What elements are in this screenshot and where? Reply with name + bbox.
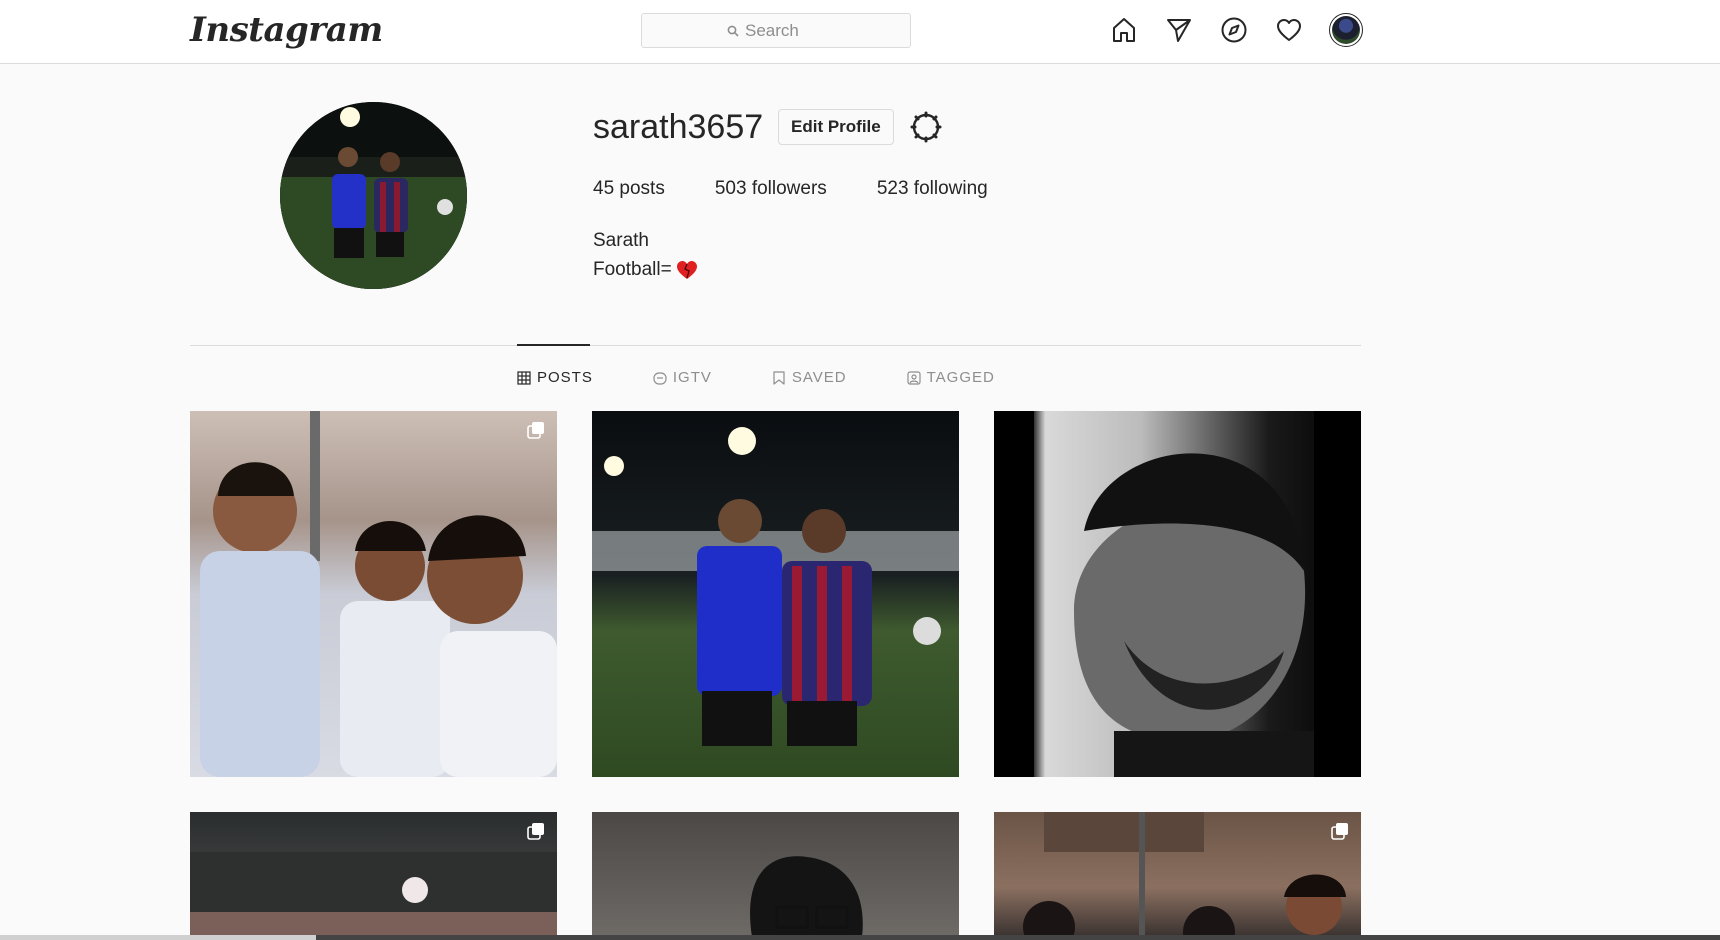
scrollbar-thumb[interactable] — [316, 935, 1720, 940]
followers-link[interactable]: 503 followers — [715, 178, 827, 200]
tab-tagged-label: TAGGED — [926, 369, 995, 386]
profile-avatar-nav[interactable] — [1329, 13, 1363, 47]
profile-tabs: POSTS IGTV SAVED TAGGED — [517, 369, 1055, 386]
home-icon[interactable] — [1109, 15, 1139, 45]
posts-grid — [190, 411, 1361, 937]
instagram-logo[interactable]: Instagram — [190, 10, 383, 50]
profile-picture[interactable] — [280, 102, 467, 289]
search-input[interactable] — [745, 20, 825, 41]
following-label: following — [913, 178, 988, 199]
post-thumbnail[interactable] — [592, 411, 959, 777]
tab-igtv[interactable]: IGTV — [653, 369, 712, 386]
avatar-image — [1332, 16, 1360, 44]
explore-icon[interactable] — [1219, 15, 1249, 45]
bio-text: Football= — [593, 259, 672, 280]
nav-icons — [1109, 13, 1363, 47]
posts-count-label: posts — [619, 178, 665, 199]
tabs-divider — [190, 345, 1361, 346]
tab-posts[interactable]: POSTS — [517, 369, 593, 386]
active-tab-indicator — [517, 344, 590, 346]
igtv-icon — [653, 371, 667, 385]
multiple-images-icon — [1331, 823, 1348, 840]
post-thumbnail[interactable] — [190, 411, 557, 777]
multiple-images-icon — [527, 422, 544, 439]
settings-gear-icon[interactable] — [910, 111, 942, 143]
following-link[interactable]: 523 following — [877, 178, 988, 200]
post-thumbnail[interactable] — [190, 812, 557, 937]
tab-posts-label: POSTS — [537, 369, 593, 386]
search-icon — [727, 25, 739, 37]
posts-count: 45 posts — [593, 178, 665, 200]
tagged-icon — [907, 370, 921, 385]
following-count-value: 523 — [876, 178, 909, 199]
bookmark-icon — [773, 370, 785, 385]
post-thumbnail[interactable] — [592, 812, 959, 937]
activity-heart-icon[interactable] — [1274, 15, 1304, 45]
heart-emoji-icon — [676, 261, 697, 279]
profile-full-name: Sarath — [593, 230, 649, 251]
tab-saved-label: SAVED — [791, 369, 847, 386]
posts-count-value: 45 — [593, 178, 615, 199]
followers-label: followers — [751, 178, 827, 199]
tab-igtv-label: IGTV — [672, 369, 712, 386]
profile-stats: 45 posts 503 followers 523 following — [593, 178, 988, 200]
post-thumbnail[interactable] — [994, 812, 1361, 937]
profile-username: sarath3657 — [593, 108, 764, 146]
multiple-images-icon — [527, 823, 544, 840]
followers-count-value: 503 — [714, 178, 747, 199]
profile-bio: Football= — [593, 259, 698, 281]
post-thumbnail[interactable] — [994, 411, 1361, 777]
grid-icon — [517, 370, 531, 385]
edit-profile-button[interactable]: Edit Profile — [778, 109, 894, 145]
top-nav-bar: Instagram — [0, 0, 1720, 64]
horizontal-scrollbar[interactable] — [0, 935, 1720, 940]
search-box[interactable] — [641, 13, 911, 48]
tab-saved[interactable]: SAVED — [772, 369, 847, 386]
tab-tagged[interactable]: TAGGED — [907, 369, 995, 386]
direct-message-icon[interactable] — [1164, 15, 1194, 45]
